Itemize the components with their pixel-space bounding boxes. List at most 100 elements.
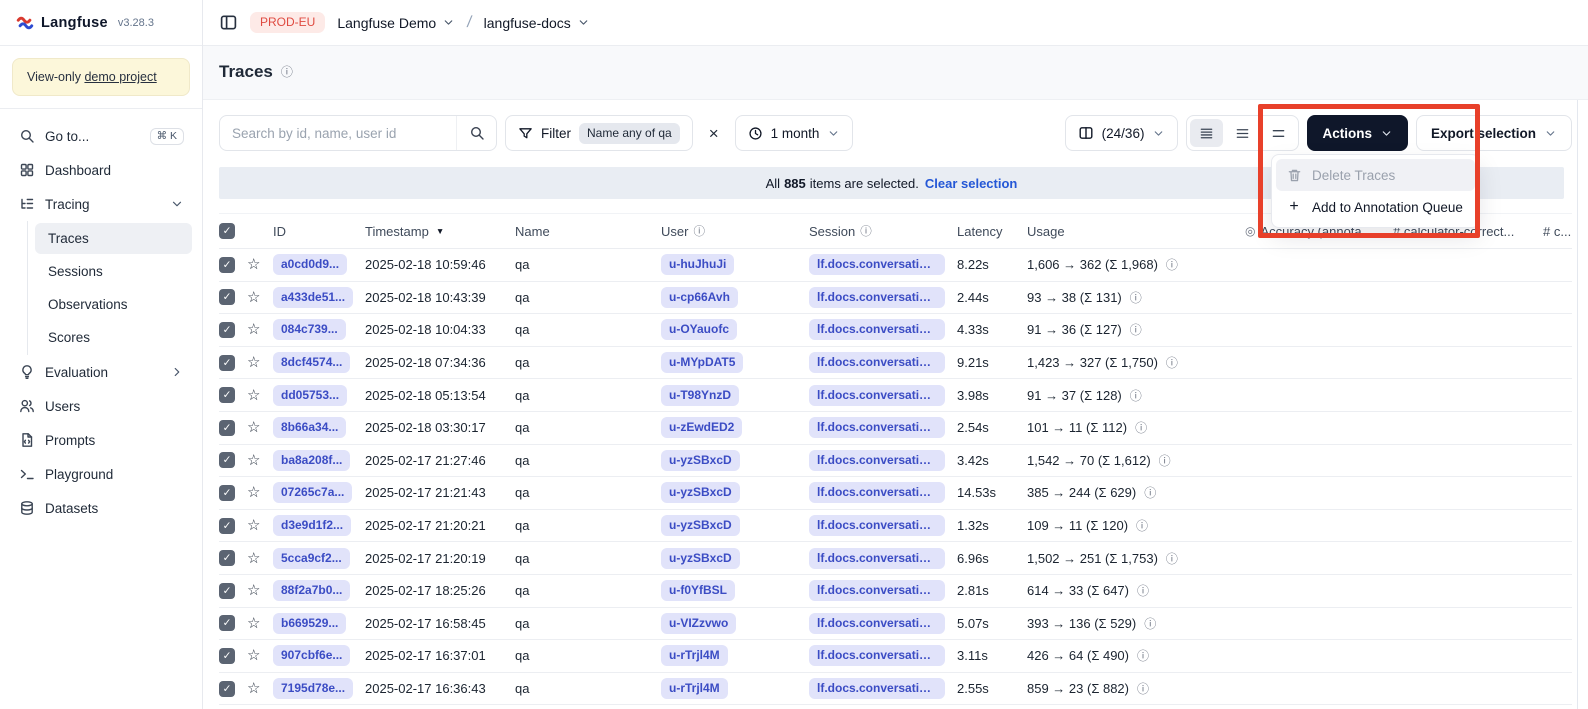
sidebar-item-tracing[interactable]: Tracing — [10, 187, 192, 221]
row-checkbox[interactable]: ✓ — [219, 355, 235, 371]
user-badge[interactable]: u-cp66Avh — [661, 287, 738, 308]
session-badge[interactable]: lf.docs.conversation... — [809, 352, 945, 373]
session-badge[interactable]: lf.docs.conversation... — [809, 319, 945, 340]
filter-button[interactable]: Filter Name any of qa — [505, 115, 693, 151]
search-icon[interactable] — [456, 116, 496, 150]
row-checkbox[interactable]: ✓ — [219, 681, 235, 697]
org-selector[interactable]: Langfuse Demo — [337, 15, 455, 31]
header-timestamp[interactable]: Timestamp ▼ — [365, 224, 515, 239]
columns-button[interactable]: (24/36) — [1065, 115, 1179, 151]
clear-selection-link[interactable]: Clear selection — [925, 176, 1018, 191]
trace-id-badge[interactable]: 88f2a7b0... — [273, 580, 350, 601]
user-badge[interactable]: u-zEwdED2 — [661, 417, 742, 438]
session-badge[interactable]: lf.docs.conversation... — [809, 515, 945, 536]
user-badge[interactable]: u-huJhuJi — [661, 254, 734, 275]
trace-id-badge[interactable]: 5cca9cf2... — [273, 548, 350, 569]
trace-id-badge[interactable]: 7195d78e... — [273, 678, 353, 699]
user-badge[interactable]: u-VIZzvwo — [661, 613, 736, 634]
actions-button[interactable]: Actions — [1307, 115, 1408, 151]
session-badge[interactable]: lf.docs.conversation... — [809, 385, 945, 406]
star-icon[interactable]: ☆ — [247, 648, 260, 663]
time-range-button[interactable]: 1 month — [735, 115, 854, 151]
sidebar-item-dashboard[interactable]: Dashboard — [10, 153, 192, 187]
session-badge[interactable]: lf.docs.conversation... — [809, 548, 945, 569]
export-selection-button[interactable]: Export selection — [1416, 115, 1572, 151]
sidebar-item-scores[interactable]: Scores — [35, 322, 192, 353]
search-input[interactable] — [220, 116, 456, 150]
row-checkbox[interactable]: ✓ — [219, 452, 235, 468]
sidebar-item-observations[interactable]: Observations — [35, 289, 192, 320]
demo-project-link[interactable]: demo project — [84, 70, 156, 84]
user-badge[interactable]: u-rTrjl4M — [661, 645, 728, 666]
trace-id-badge[interactable]: b669529... — [273, 613, 346, 634]
trace-id-badge[interactable]: a433de51... — [273, 287, 353, 308]
user-badge[interactable]: u-yzSBxcD — [661, 548, 740, 569]
star-icon[interactable]: ☆ — [247, 551, 260, 566]
user-badge[interactable]: u-OYauofc — [661, 319, 737, 340]
row-checkbox[interactable]: ✓ — [219, 420, 235, 436]
star-icon[interactable]: ☆ — [247, 485, 260, 500]
header-score-other[interactable]: # c... — [1543, 224, 1572, 239]
menu-item-delete-traces[interactable]: Delete Traces — [1276, 159, 1475, 191]
row-checkbox[interactable]: ✓ — [219, 387, 235, 403]
select-all-checkbox[interactable]: ✓ — [219, 223, 235, 239]
row-checkbox[interactable]: ✓ — [219, 322, 235, 338]
scrollbar-track[interactable] — [1577, 100, 1578, 709]
header-session[interactable]: Session ⓘ — [809, 223, 957, 239]
star-icon[interactable]: ☆ — [247, 290, 260, 305]
trace-id-badge[interactable]: ba8a208f... — [273, 450, 350, 471]
sidebar-item-evaluation[interactable]: Evaluation — [10, 355, 192, 389]
session-badge[interactable]: lf.docs.conversation... — [809, 645, 945, 666]
star-icon[interactable]: ☆ — [247, 616, 260, 631]
row-checkbox[interactable]: ✓ — [219, 648, 235, 664]
trace-id-badge[interactable]: 084c739... — [273, 319, 346, 340]
project-selector[interactable]: langfuse-docs — [484, 15, 590, 31]
star-icon[interactable]: ☆ — [247, 518, 260, 533]
sidebar-toggle-icon[interactable] — [219, 13, 238, 32]
session-badge[interactable]: lf.docs.conversation... — [809, 450, 945, 471]
user-badge[interactable]: u-rTrjl4M — [661, 678, 728, 699]
row-height-tall-icon[interactable] — [1262, 119, 1295, 147]
trace-id-badge[interactable]: dd05753... — [273, 385, 347, 406]
row-checkbox[interactable]: ✓ — [219, 583, 235, 599]
star-icon[interactable]: ☆ — [247, 420, 260, 435]
user-badge[interactable]: u-yzSBxcD — [661, 482, 740, 503]
row-checkbox[interactable]: ✓ — [219, 615, 235, 631]
user-badge[interactable]: u-T98YnzD — [661, 385, 739, 406]
session-badge[interactable]: lf.docs.conversation... — [809, 580, 945, 601]
row-checkbox[interactable]: ✓ — [219, 257, 235, 273]
user-badge[interactable]: u-MYpDAT5 — [661, 352, 743, 373]
menu-item-add-to-annotation-queue[interactable]: + Add to Annotation Queue — [1276, 191, 1475, 223]
session-badge[interactable]: lf.docs.conversation... — [809, 254, 945, 275]
user-badge[interactable]: u-f0YfBSL — [661, 580, 735, 601]
session-badge[interactable]: lf.docs.conversation... — [809, 482, 945, 503]
session-badge[interactable]: lf.docs.conversation... — [809, 287, 945, 308]
row-checkbox[interactable]: ✓ — [219, 518, 235, 534]
sidebar-item-users[interactable]: Users — [10, 389, 192, 423]
star-icon[interactable]: ☆ — [247, 388, 260, 403]
header-id[interactable]: ID — [273, 224, 365, 239]
row-checkbox[interactable]: ✓ — [219, 485, 235, 501]
header-user[interactable]: User ⓘ — [661, 223, 809, 239]
trace-id-badge[interactable]: 07265c7a... — [273, 482, 352, 503]
row-checkbox[interactable]: ✓ — [219, 289, 235, 305]
clear-filter-button[interactable]: × — [701, 125, 727, 142]
sidebar-item-sessions[interactable]: Sessions — [35, 256, 192, 287]
star-icon[interactable]: ☆ — [247, 681, 260, 696]
trace-id-badge[interactable]: 8dcf4574... — [273, 352, 350, 373]
sidebar-item-playground[interactable]: Playground — [10, 457, 192, 491]
header-name[interactable]: Name — [515, 224, 661, 239]
user-badge[interactable]: u-yzSBxcD — [661, 515, 740, 536]
star-icon[interactable]: ☆ — [247, 322, 260, 337]
sidebar-item-datasets[interactable]: Datasets — [10, 491, 192, 525]
sidebar-item-goto[interactable]: Go to... ⌘ K — [10, 119, 192, 153]
trace-id-badge[interactable]: a0cd0d9... — [273, 254, 347, 275]
row-checkbox[interactable]: ✓ — [219, 550, 235, 566]
session-badge[interactable]: lf.docs.conversation... — [809, 613, 945, 634]
star-icon[interactable]: ☆ — [247, 583, 260, 598]
header-latency[interactable]: Latency — [957, 224, 1027, 239]
header-usage[interactable]: Usage — [1027, 224, 1245, 239]
row-height-medium-icon[interactable] — [1226, 119, 1259, 147]
trace-id-badge[interactable]: 8b66a34... — [273, 417, 346, 438]
star-icon[interactable]: ☆ — [247, 453, 260, 468]
